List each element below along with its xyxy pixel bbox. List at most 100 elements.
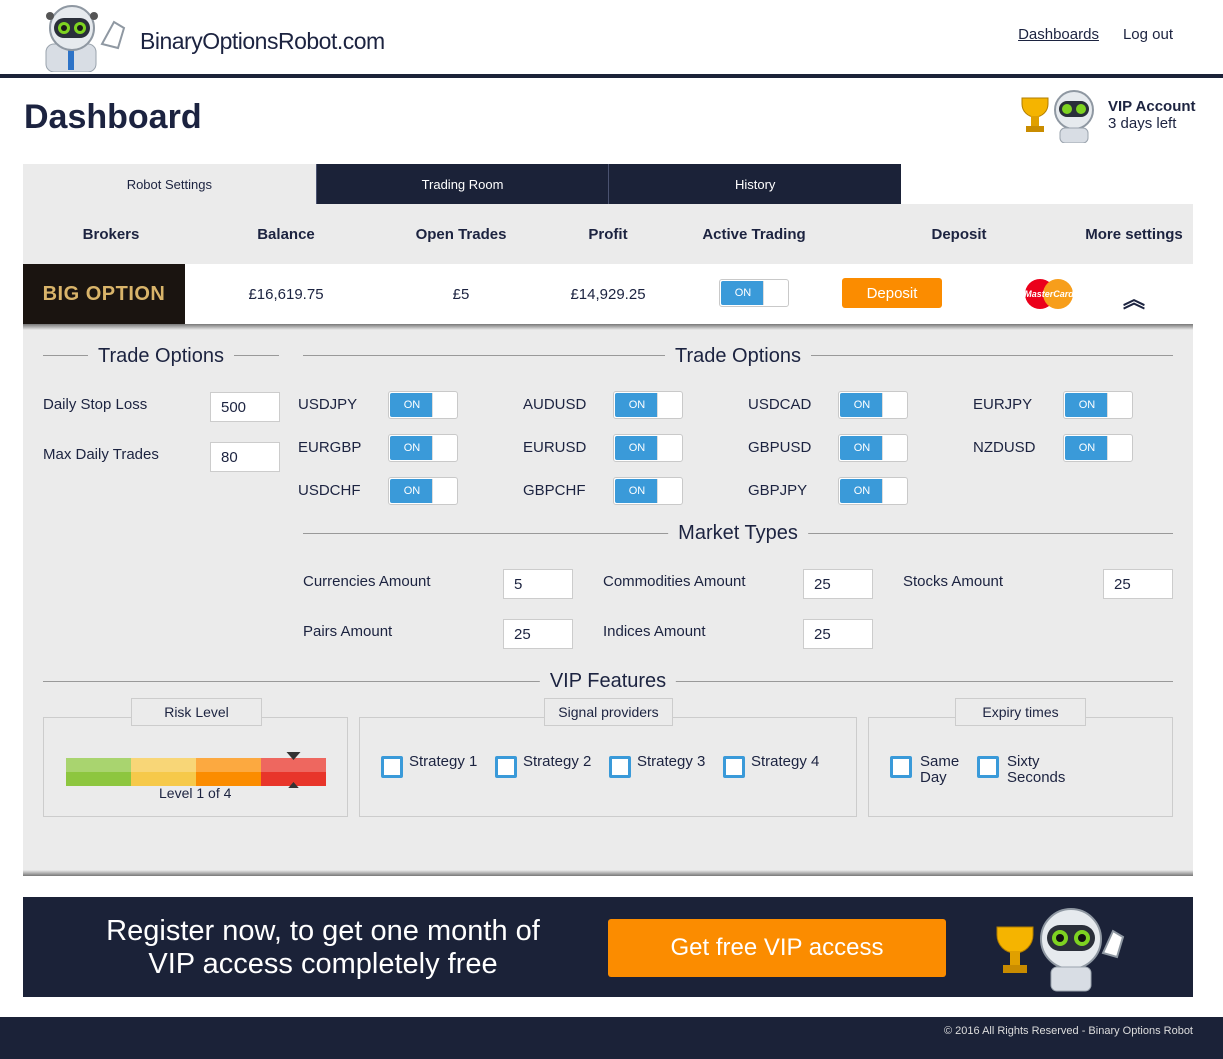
toggle-knob bbox=[882, 393, 906, 417]
strategy-4-label: Strategy 4 bbox=[751, 753, 820, 770]
toggle-knob bbox=[657, 436, 681, 460]
strategy-1-label: Strategy 1 bbox=[409, 753, 478, 770]
risk-level-bar[interactable] bbox=[65, 748, 327, 788]
toggle-on-label: ON bbox=[390, 436, 434, 460]
tab-robot-settings[interactable]: Robot Settings bbox=[23, 164, 316, 204]
daily-stop-loss-input[interactable] bbox=[210, 392, 280, 422]
toggle-on-label: ON bbox=[615, 479, 659, 503]
currencies-amount-input[interactable] bbox=[503, 569, 573, 599]
indices-amount-input[interactable] bbox=[803, 619, 873, 649]
col-profit: Profit bbox=[588, 226, 628, 243]
pair-label-eurusd: EURUSD bbox=[523, 439, 587, 456]
pair-label-audusd: AUDUSD bbox=[523, 396, 587, 413]
balance-value: £16,619.75 bbox=[248, 286, 324, 303]
pairs-amount-input[interactable] bbox=[503, 619, 573, 649]
toggle-knob bbox=[1107, 436, 1131, 460]
pair-label-eurgbp: EURGBP bbox=[298, 439, 362, 456]
toggle-on-label: ON bbox=[840, 393, 884, 417]
toggle-knob bbox=[432, 479, 456, 503]
nav-logout-link[interactable]: Log out bbox=[1123, 26, 1173, 43]
logo-text: BinaryOptionsRobot.com bbox=[140, 28, 385, 54]
toggle-on-label: ON bbox=[1065, 393, 1109, 417]
risk-segment-highlight bbox=[66, 758, 131, 772]
risk-segment-highlight bbox=[196, 758, 261, 772]
pair-toggle-gbpchf[interactable]: ON bbox=[613, 477, 683, 505]
site-logo[interactable]: BinaryOptionsRobot.com bbox=[28, 4, 385, 72]
pair-label-eurjpy: EURJPY bbox=[973, 396, 1033, 413]
pair-toggle-nzdusd[interactable]: ON bbox=[1063, 434, 1133, 462]
commodities-amount-label: Commodities Amount bbox=[603, 573, 746, 590]
toggle-knob bbox=[657, 479, 681, 503]
pair-toggle-gbpjpy[interactable]: ON bbox=[838, 477, 908, 505]
pair-label-gbpchf: GBPCHF bbox=[523, 482, 586, 499]
toggle-on-label: ON bbox=[615, 393, 659, 417]
pair-toggle-eurgbp[interactable]: ON bbox=[388, 434, 458, 462]
sixty-seconds-label: Sixty Seconds bbox=[1007, 753, 1066, 786]
vip-days-left: 3 days left bbox=[1108, 115, 1177, 132]
get-free-vip-button[interactable]: Get free VIP access bbox=[608, 919, 946, 977]
pair-label-gbpjpy: GBPJPY bbox=[748, 482, 808, 499]
active-trading-toggle[interactable]: ON bbox=[719, 279, 789, 307]
strategy-2-checkbox[interactable] bbox=[495, 756, 517, 778]
col-brokers: Brokers bbox=[82, 226, 140, 243]
toggle-on-label: ON bbox=[840, 479, 884, 503]
col-more-settings: More settings bbox=[1085, 226, 1183, 243]
nav-dashboards-link[interactable]: Dashboards bbox=[1018, 26, 1099, 43]
same-day-checkbox[interactable] bbox=[890, 756, 912, 778]
deposit-button[interactable]: Deposit bbox=[842, 278, 942, 308]
toggle-knob bbox=[432, 436, 456, 460]
pair-label-usdcad: USDCAD bbox=[748, 396, 812, 413]
pair-label-nzdusd: NZDUSD bbox=[973, 439, 1036, 456]
col-deposit: Deposit bbox=[931, 226, 987, 243]
copyright-text: © 2016 All Rights Reserved - Binary Opti… bbox=[943, 1025, 1193, 1037]
pair-toggle-gbpusd[interactable]: ON bbox=[838, 434, 908, 462]
toggle-on-label: ON bbox=[721, 281, 765, 305]
signal-providers-title: Signal providers bbox=[544, 698, 673, 726]
risk-segment-highlight bbox=[131, 758, 196, 772]
expiry-times-title: Expiry times bbox=[955, 698, 1086, 726]
strategy-3-checkbox[interactable] bbox=[609, 756, 631, 778]
pairs-amount-label: Pairs Amount bbox=[303, 623, 393, 640]
risk-level-text: Level 1 of 4 bbox=[159, 785, 232, 801]
toggle-on-label: ON bbox=[615, 436, 659, 460]
max-daily-trades-input[interactable] bbox=[210, 442, 280, 472]
commodities-amount-input[interactable] bbox=[803, 569, 873, 599]
tab-trading-room[interactable]: Trading Room bbox=[315, 164, 609, 204]
strategy-2-label: Strategy 2 bbox=[523, 753, 592, 770]
tab-history[interactable]: History bbox=[608, 164, 902, 204]
vip-features-title: VIP Features bbox=[539, 670, 677, 693]
robot-mascot-icon bbox=[45, 5, 126, 72]
col-active-trading: Active Trading bbox=[702, 226, 806, 243]
pair-toggle-audusd[interactable]: ON bbox=[613, 391, 683, 419]
pair-toggle-eurusd[interactable]: ON bbox=[613, 434, 683, 462]
robot-settings-panel: Brokers Balance Open Trades Profit Activ… bbox=[23, 204, 1193, 876]
pair-toggle-eurjpy[interactable]: ON bbox=[1063, 391, 1133, 419]
stocks-amount-input[interactable] bbox=[1103, 569, 1173, 599]
pair-toggle-usdchf[interactable]: ON bbox=[388, 477, 458, 505]
same-day-label: Same Day bbox=[920, 753, 960, 786]
pair-label-usdjpy: USDJPY bbox=[298, 396, 358, 413]
strategy-1-checkbox[interactable] bbox=[381, 756, 403, 778]
dashboard-tabs: Robot Settings Trading Room History bbox=[23, 164, 902, 204]
toggle-on-label: ON bbox=[840, 436, 884, 460]
col-balance: Balance bbox=[257, 226, 315, 243]
trophy-robot-icon bbox=[996, 908, 1125, 992]
mastercard-icon[interactable]: MasterCard bbox=[1022, 278, 1076, 310]
collapse-chevron-icon[interactable]: ︽ bbox=[1123, 282, 1145, 314]
max-daily-trades-label: Max Daily Trades bbox=[43, 446, 159, 463]
pair-toggle-usdcad[interactable]: ON bbox=[838, 391, 908, 419]
toggle-knob bbox=[882, 479, 906, 503]
trophy-robot-icon bbox=[1021, 90, 1094, 143]
toggle-on-label: ON bbox=[1065, 436, 1109, 460]
daily-stop-loss-label: Daily Stop Loss bbox=[43, 396, 148, 413]
sixty-seconds-checkbox[interactable] bbox=[977, 756, 999, 778]
page-title: Dashboard bbox=[24, 98, 202, 136]
promo-text: Register now, to get one month of VIP ac… bbox=[106, 915, 540, 980]
toggle-knob bbox=[882, 436, 906, 460]
pair-toggle-usdjpy[interactable]: ON bbox=[388, 391, 458, 419]
toggle-on-label: ON bbox=[390, 393, 434, 417]
vip-account-title: VIP Account bbox=[1108, 98, 1196, 115]
toggle-on-label: ON bbox=[390, 479, 434, 503]
strategy-4-checkbox[interactable] bbox=[723, 756, 745, 778]
toggle-knob bbox=[1107, 393, 1131, 417]
